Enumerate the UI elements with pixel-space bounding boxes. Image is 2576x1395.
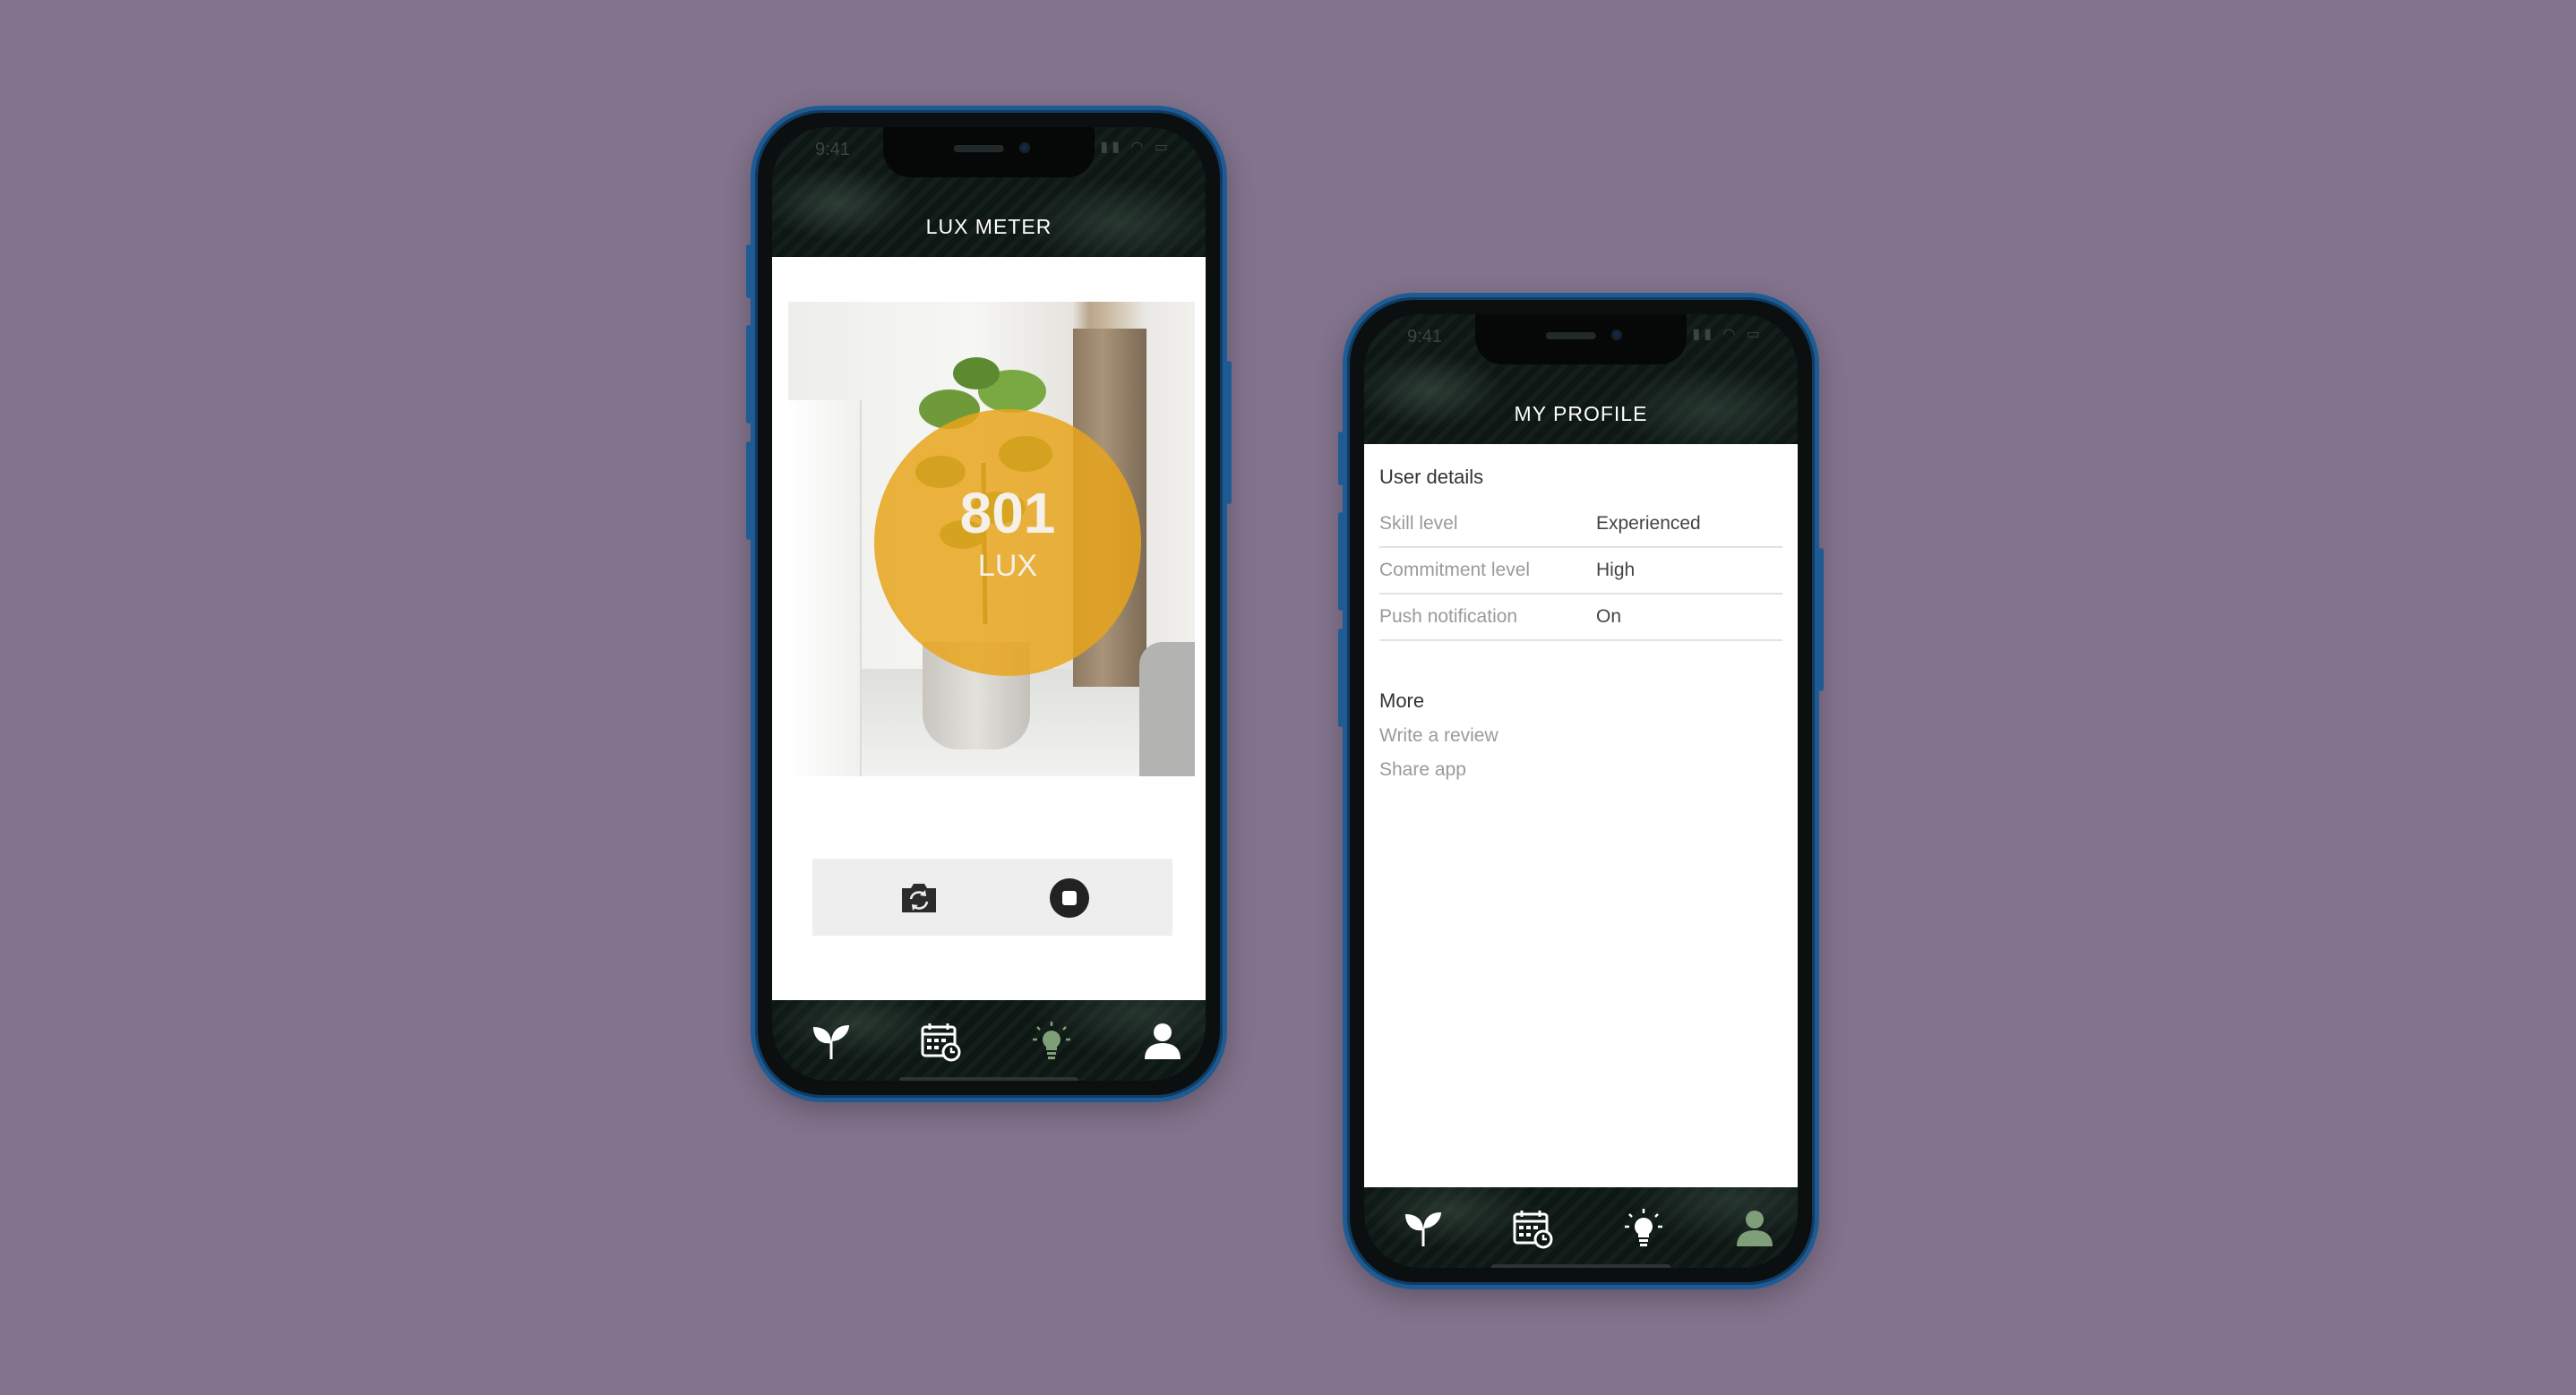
profile-panel: User details Skill level Experienced Com…: [1379, 466, 1782, 781]
detail-row-push[interactable]: Push notification On: [1379, 595, 1782, 641]
front-camera: [1019, 142, 1030, 153]
tab-profile[interactable]: [1136, 1014, 1189, 1068]
camera-controls: [812, 859, 1172, 936]
detail-value: High: [1596, 560, 1636, 580]
phone-lux-meter: 9:41 ▮▮ ◠ ▭ LUX METER 801 LUX: [746, 106, 1232, 1102]
notch: [883, 127, 1095, 177]
screen: 9:41 ▮▮ ◠ ▭ MY PROFILE User details Skil…: [1364, 314, 1798, 1268]
share-app-link[interactable]: Share app: [1379, 759, 1782, 781]
switch-camera-button[interactable]: [897, 877, 940, 920]
side-button: [1818, 548, 1824, 691]
side-button: [1338, 512, 1344, 611]
front-camera: [1611, 329, 1622, 340]
phone-my-profile: 9:41 ▮▮ ◠ ▭ MY PROFILE User details Skil…: [1338, 293, 1824, 1289]
notch: [1475, 314, 1687, 364]
lux-unit: LUX: [977, 548, 1038, 583]
home-indicator: [899, 1077, 1078, 1081]
profile-content: User details Skill level Experienced Com…: [1364, 444, 1798, 1187]
home-indicator: [1491, 1264, 1670, 1268]
tab-bar: [1364, 1187, 1798, 1268]
detail-label: Commitment level: [1379, 560, 1531, 580]
status-icons: ▮▮ ◠ ▭: [1692, 327, 1764, 342]
lux-meter-content: 801 LUX: [772, 257, 1206, 1000]
camera-preview: 801 LUX: [788, 302, 1195, 776]
tab-profile[interactable]: [1728, 1202, 1782, 1255]
status-icons: ▮▮ ◠ ▭: [1100, 140, 1172, 155]
tab-plants[interactable]: [804, 1014, 858, 1068]
detail-label: Push notification: [1379, 606, 1518, 627]
page-title: MY PROFILE: [1514, 402, 1648, 425]
side-button: [1338, 629, 1344, 727]
camera-switch-icon: [902, 884, 936, 912]
lux-reading-circle: 801 LUX: [874, 409, 1141, 676]
speaker: [1545, 332, 1596, 339]
tab-lux-meter[interactable]: [1617, 1202, 1670, 1255]
tab-bar: [772, 1000, 1206, 1081]
stop-icon: [1050, 878, 1089, 918]
tab-lux-meter[interactable]: [1025, 1014, 1078, 1068]
side-button: [1226, 361, 1232, 504]
lightbulb-icon: [1625, 1209, 1662, 1246]
tab-plants[interactable]: [1396, 1202, 1450, 1255]
page-title: LUX METER: [925, 215, 1052, 238]
detail-label: Skill level: [1379, 513, 1458, 534]
screen: 9:41 ▮▮ ◠ ▭ LUX METER 801 LUX: [772, 127, 1206, 1081]
tab-calendar[interactable]: [914, 1014, 967, 1068]
detail-value: Experienced: [1596, 513, 1701, 534]
user-details-title: User details: [1379, 466, 1484, 488]
calendar-icon: [921, 1023, 961, 1062]
user-icon: [1737, 1211, 1773, 1246]
speaker: [953, 145, 1004, 152]
side-button: [746, 441, 751, 540]
status-time: 9:41: [1407, 327, 1442, 347]
photo-chair: [1139, 642, 1195, 776]
photo-fireplace: [788, 400, 862, 776]
plant-icon: [813, 1025, 849, 1059]
lightbulb-icon: [1033, 1022, 1070, 1059]
write-review-link[interactable]: Write a review: [1379, 725, 1782, 747]
status-time: 9:41: [815, 140, 850, 159]
detail-row-commitment[interactable]: Commitment level High: [1379, 548, 1782, 595]
side-button: [746, 325, 751, 424]
side-button: [1338, 432, 1344, 485]
more-title: More: [1379, 689, 1425, 712]
tab-calendar[interactable]: [1506, 1202, 1559, 1255]
plant-icon: [1405, 1212, 1441, 1246]
stop-button[interactable]: [1048, 877, 1091, 920]
detail-row-skill[interactable]: Skill level Experienced: [1379, 501, 1782, 548]
calendar-icon: [1513, 1211, 1553, 1249]
lux-value: 801: [959, 480, 1056, 545]
side-button: [746, 244, 751, 298]
user-icon: [1145, 1023, 1181, 1059]
detail-value: On: [1596, 606, 1622, 627]
